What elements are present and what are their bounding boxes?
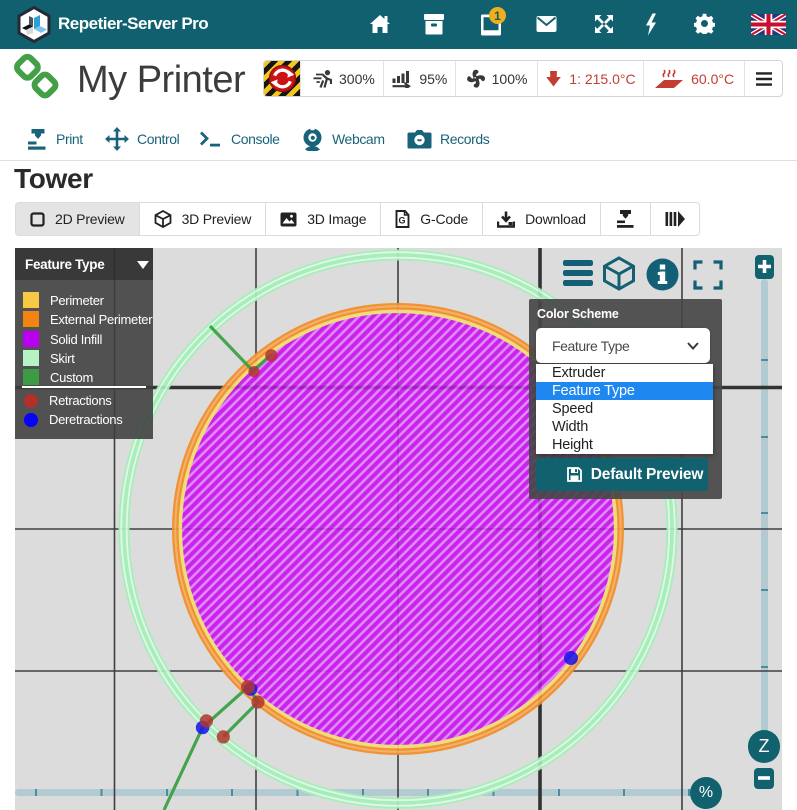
- svg-text:G: G: [399, 216, 406, 226]
